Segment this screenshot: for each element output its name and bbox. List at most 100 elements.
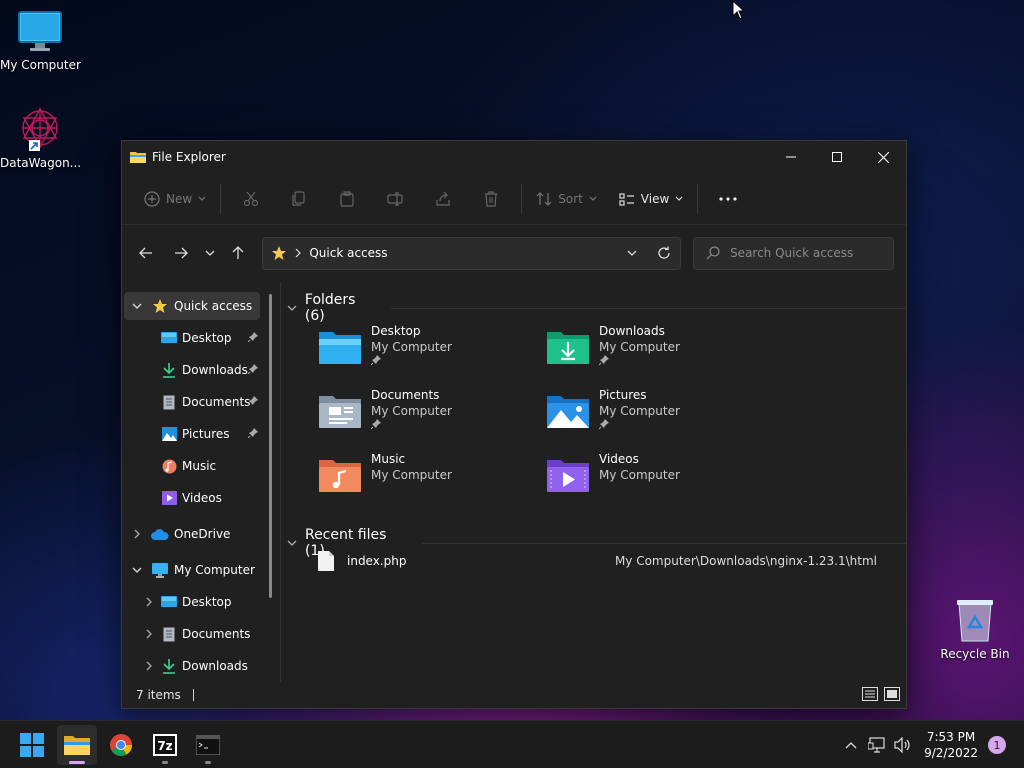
content-pane: Folders (6) Desktop My Computer Download…	[281, 282, 906, 682]
nav-item-quick-access[interactable]: Quick access	[124, 292, 260, 320]
copy-button[interactable]	[283, 183, 315, 215]
desktop-icon-recycle-bin[interactable]: Recycle Bin	[935, 597, 1015, 661]
title-bar[interactable]: File Explorer	[122, 141, 906, 173]
svg-text:7z: 7z	[157, 739, 172, 753]
folder-tile-music[interactable]: Music My Computer	[317, 452, 537, 508]
sort-icon	[536, 191, 552, 206]
search-input[interactable]	[730, 246, 891, 260]
refresh-button[interactable]	[648, 238, 680, 269]
desktop-icon-my-computer[interactable]: My Computer	[0, 10, 81, 72]
arrow-up-icon	[232, 246, 244, 259]
sort-button[interactable]: Sort	[528, 183, 605, 215]
forward-button[interactable]	[165, 237, 197, 269]
folder-tile-videos[interactable]: Videos My Computer	[545, 452, 765, 508]
nav-item-pictures[interactable]: Pictures	[124, 420, 260, 448]
navigation-scrollbar[interactable]	[269, 294, 272, 598]
desktop-folder-icon	[161, 332, 177, 343]
folder-name: Pictures	[599, 388, 647, 402]
desktop-icon-datawagon[interactable]: DataWagon...	[0, 106, 81, 170]
nav-item-mycomputer-desktop[interactable]: Desktop	[124, 588, 260, 616]
rename-button[interactable]	[379, 183, 411, 215]
nav-item-label: Music	[182, 459, 217, 473]
nav-item-documents[interactable]: Documents	[124, 388, 260, 416]
up-button[interactable]	[223, 237, 255, 269]
minimize-icon	[786, 156, 796, 158]
taskbar-chrome[interactable]	[101, 725, 141, 765]
taskbar-file-explorer[interactable]	[57, 725, 97, 765]
nav-item-mycomputer-downloads[interactable]: Downloads	[124, 652, 260, 680]
cut-button[interactable]	[235, 183, 267, 215]
pictures-folder-icon	[547, 396, 589, 428]
nav-item-my-computer[interactable]: My Computer	[124, 556, 260, 584]
separator	[521, 183, 523, 214]
volume-button[interactable]	[890, 737, 916, 753]
desktop-icon-label: Recycle Bin	[940, 647, 1010, 661]
breadcrumb[interactable]: Quick access	[309, 246, 387, 260]
chevron-right-icon	[295, 248, 302, 258]
folder-tile-documents[interactable]: Documents My Computer	[317, 388, 537, 444]
nav-item-videos[interactable]: Videos	[124, 484, 260, 512]
address-history-button[interactable]	[616, 238, 648, 269]
separator	[697, 183, 699, 214]
recycle-bin-icon	[957, 600, 993, 642]
taskbar-terminal[interactable]	[188, 725, 228, 765]
group-divider-line	[422, 542, 906, 544]
nav-item-label: Videos	[182, 491, 222, 505]
clock[interactable]: 7:53 PM 9/2/2022	[924, 729, 978, 761]
file-explorer-icon	[130, 152, 146, 163]
item-count: 7 items	[136, 688, 181, 702]
maximize-button[interactable]	[814, 141, 860, 173]
nav-item-onedrive[interactable]: OneDrive	[124, 520, 260, 548]
address-bar[interactable]: Quick access	[262, 236, 682, 270]
more-options-button[interactable]	[712, 183, 744, 215]
nav-item-label: Downloads	[182, 659, 248, 673]
nav-item-downloads[interactable]: Downloads	[124, 356, 260, 384]
chevron-down-icon	[675, 196, 683, 201]
search-icon	[706, 246, 720, 260]
music-folder-icon	[319, 460, 361, 492]
folder-tile-desktop[interactable]: Desktop My Computer	[317, 324, 537, 380]
search-box[interactable]	[693, 236, 895, 270]
folder-location: My Computer	[599, 340, 680, 354]
window-title: File Explorer	[152, 150, 226, 164]
recent-locations-button[interactable]	[197, 237, 223, 269]
pin-icon	[370, 355, 381, 366]
start-button[interactable]	[12, 725, 52, 765]
show-hidden-icons-button[interactable]	[838, 741, 864, 749]
network-button[interactable]	[864, 737, 890, 753]
pin-icon	[247, 364, 258, 375]
view-button[interactable]: View	[611, 183, 691, 215]
nav-item-music[interactable]: Music	[124, 452, 260, 480]
close-button[interactable]	[860, 141, 906, 173]
large-icons-view-button[interactable]	[884, 686, 900, 704]
notification-badge[interactable]: 1	[988, 736, 1006, 754]
folders-group-header[interactable]: Folders (6)	[287, 292, 906, 324]
folder-name: Downloads	[599, 324, 665, 338]
folder-location: My Computer	[371, 404, 452, 418]
share-button[interactable]	[427, 183, 459, 215]
folder-location: My Computer	[599, 404, 680, 418]
taskbar-7zip[interactable]: 7z	[145, 725, 185, 765]
command-bar: New Sort View	[122, 173, 906, 225]
paste-button[interactable]	[331, 183, 363, 215]
recent-file-path: My Computer\Downloads\nginx-1.23.1\html	[614, 554, 877, 568]
back-button[interactable]	[130, 237, 162, 269]
status-bar: 7 items	[122, 682, 906, 708]
details-view-button[interactable]	[862, 686, 878, 704]
new-button[interactable]: New	[136, 183, 214, 215]
folder-location: My Computer	[371, 468, 452, 482]
folder-tile-pictures[interactable]: Pictures My Computer	[545, 388, 765, 444]
folder-tile-downloads[interactable]: Downloads My Computer	[545, 324, 765, 380]
delete-button[interactable]	[475, 183, 507, 215]
nav-item-desktop[interactable]: Desktop	[124, 324, 260, 352]
nav-item-mycomputer-documents[interactable]: Documents	[124, 620, 260, 648]
nav-item-label: OneDrive	[174, 527, 231, 541]
recent-file-row[interactable]: index.php My Computer\Downloads\nginx-1.…	[317, 548, 877, 574]
nav-item-label: Desktop	[182, 595, 232, 609]
chevron-right-icon	[146, 661, 152, 671]
view-label: View	[640, 191, 670, 206]
downloads-folder-icon	[547, 332, 589, 364]
recent-file-name: index.php	[347, 554, 407, 568]
minimize-button[interactable]	[768, 141, 814, 173]
folder-location: My Computer	[371, 340, 452, 354]
